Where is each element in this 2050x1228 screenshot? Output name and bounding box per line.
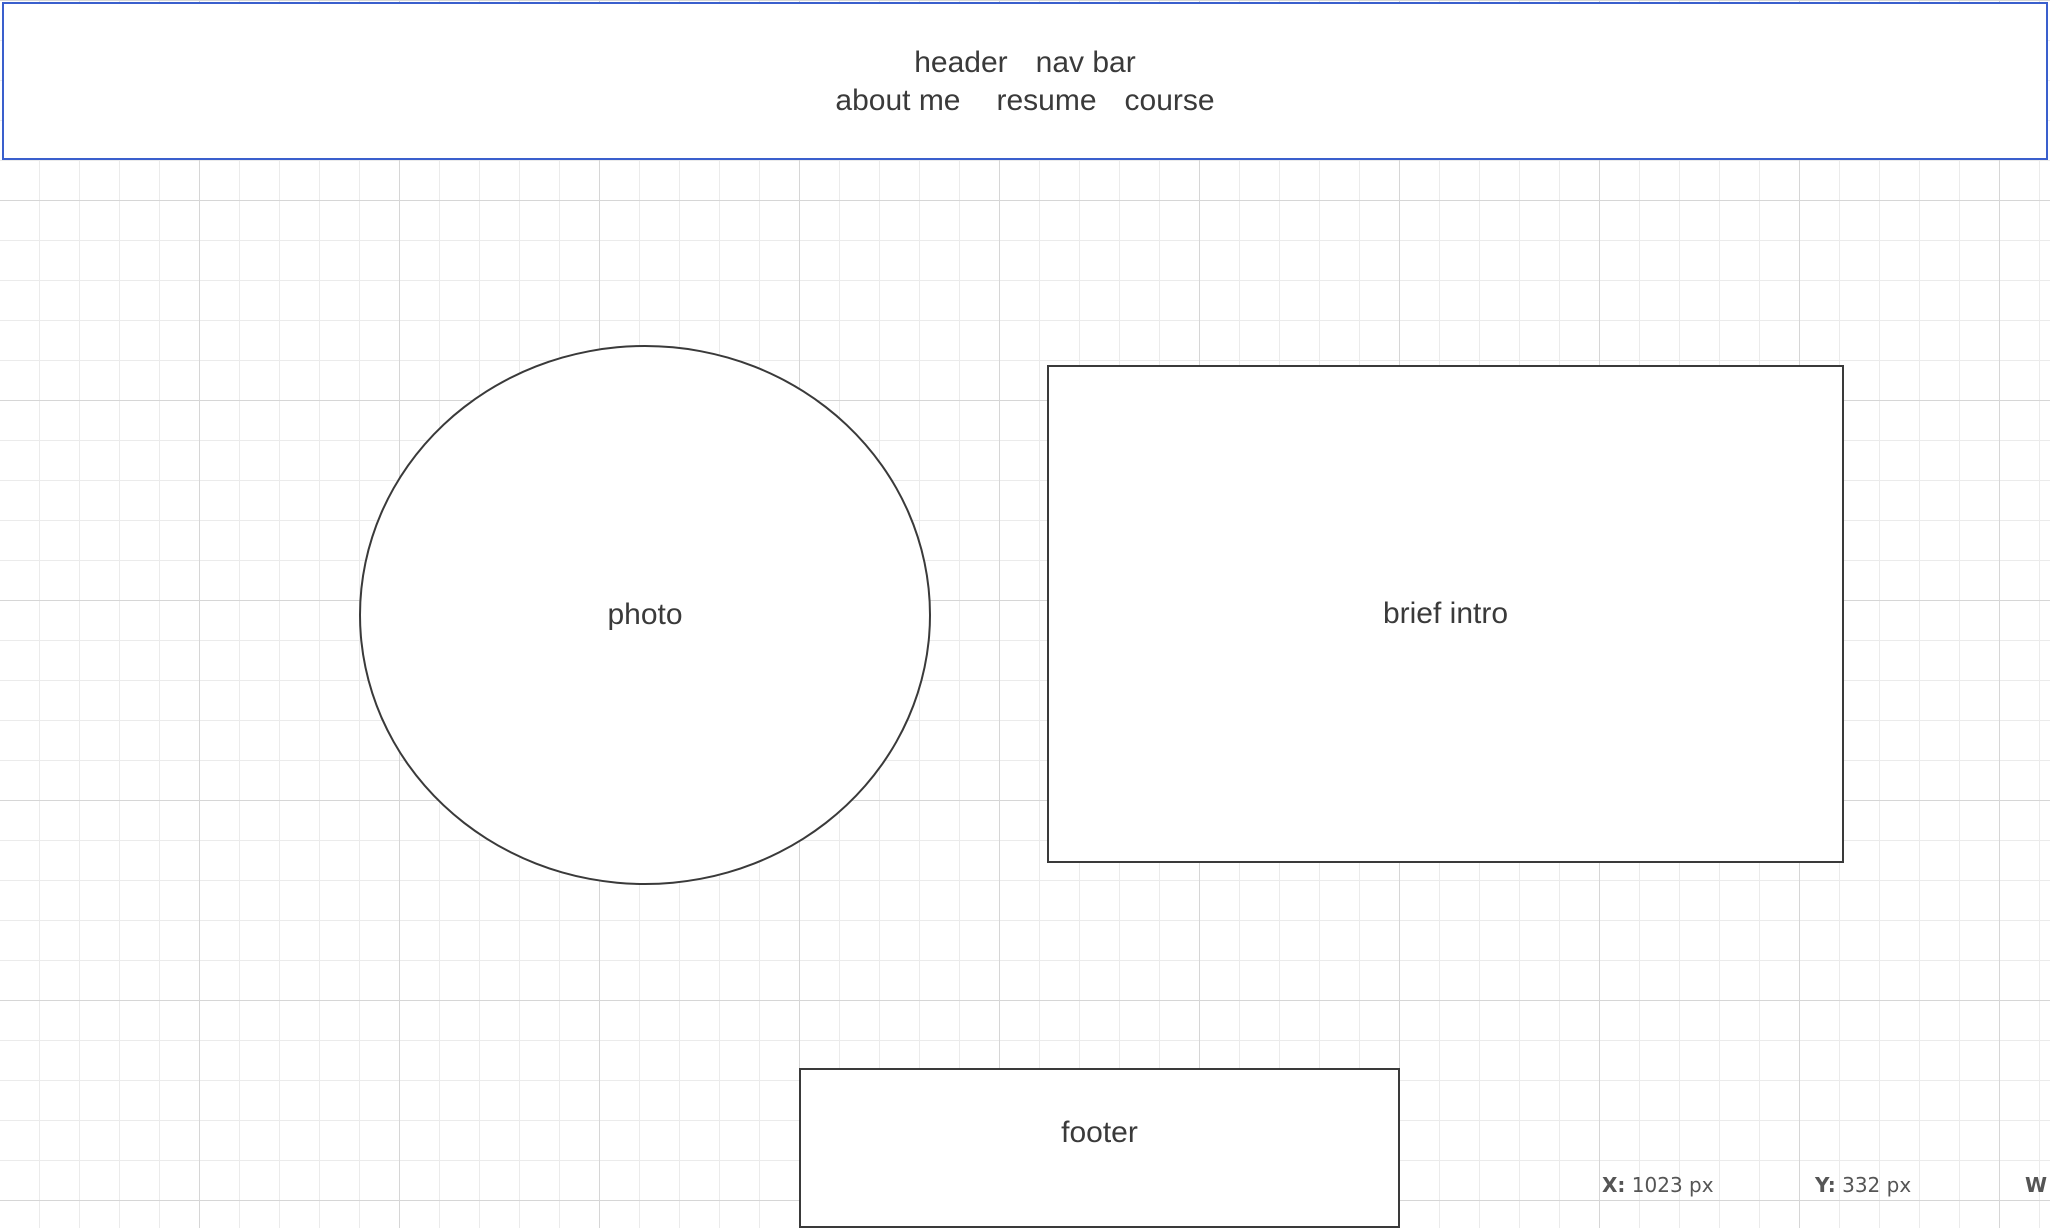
- diagram-canvas[interactable]: header nav bar about me resume course photo…: [0, 0, 2050, 1228]
- cursor-y-readout: Y: 332 px: [1815, 1173, 1912, 1197]
- brief-intro-box[interactable]: brief intro: [1047, 365, 1844, 863]
- brief-intro-label: brief intro: [1382, 597, 1509, 630]
- header-label: header: [914, 46, 1008, 79]
- nav-item-resume: resume: [996, 84, 1097, 117]
- photo-ellipse[interactable]: photo: [359, 345, 931, 885]
- status-bar: X: 1023 px Y: 332 px W: [0, 1163, 2050, 1199]
- width-readout: W: [2025, 1173, 2048, 1197]
- nav-item-course: course: [1124, 84, 1215, 117]
- header-line-2: about me resume course: [835, 82, 1214, 120]
- cursor-x-readout: X: 1023 px: [1602, 1173, 1714, 1197]
- header-nav-box[interactable]: header nav bar about me resume course: [2, 2, 2048, 160]
- footer-label: footer: [1061, 1116, 1138, 1149]
- cursor-y-value: 332 px: [1842, 1173, 1912, 1197]
- header-line-1: header nav bar: [914, 44, 1136, 82]
- nav-item-about-me: about me: [835, 84, 961, 117]
- nav-bar-label: nav bar: [1035, 46, 1136, 79]
- footer-box[interactable]: footer: [799, 1068, 1400, 1228]
- cursor-x-value: 1023 px: [1631, 1173, 1714, 1197]
- photo-label: photo: [607, 598, 683, 631]
